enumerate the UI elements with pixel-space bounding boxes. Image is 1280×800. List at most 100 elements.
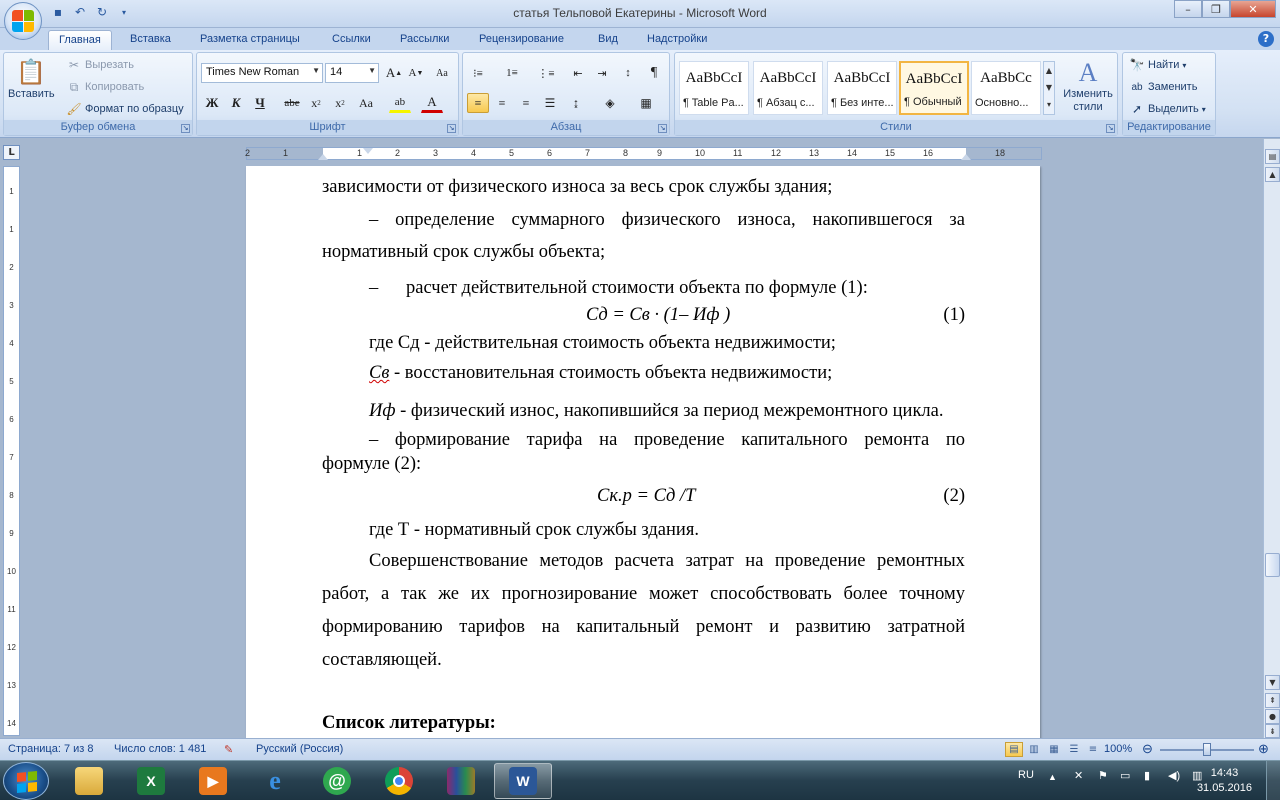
references-heading[interactable]: Список литературы:: [322, 712, 965, 734]
doc-line[interactable]: Иф - физический износ, накопившийся за п…: [322, 400, 965, 422]
line-spacing-icon[interactable]: ↨: [565, 93, 587, 113]
font-color-icon[interactable]: A: [421, 93, 443, 113]
language-indicator[interactable]: Русский (Россия): [256, 743, 343, 755]
clear-format-icon[interactable]: Aa: [431, 63, 453, 83]
page-counter[interactable]: Страница: 7 из 8: [8, 743, 94, 755]
shrink-font-icon[interactable]: A ▼: [405, 63, 427, 83]
system-clock[interactable]: 14:43 31.05.2016: [1197, 766, 1252, 796]
borders-icon[interactable]: ▦: [635, 93, 657, 113]
change-styles-button[interactable]: A Изменить стили: [1059, 57, 1117, 114]
doc-line[interactable]: – расчет действительной стоимости объект…: [322, 277, 965, 299]
scroll-down-icon[interactable]: ▼: [1265, 675, 1280, 690]
scroll-up-icon[interactable]: ▲: [1265, 167, 1280, 182]
tray-expand-icon[interactable]: ▲: [1048, 772, 1057, 782]
tab-home[interactable]: Главная: [48, 30, 112, 50]
align-right-button[interactable]: ≡: [515, 93, 537, 113]
scroll-thumb[interactable]: [1265, 553, 1280, 577]
tab-review[interactable]: Рецензирование: [469, 30, 574, 50]
office-button[interactable]: [4, 2, 42, 40]
sort-icon[interactable]: ↕: [617, 63, 639, 83]
replace-button[interactable]: ab Заменить: [1129, 79, 1197, 95]
spellcheck-icon[interactable]: ✎: [224, 743, 233, 756]
style-normal[interactable]: AaBbCcI ¶ Обычный: [899, 61, 969, 115]
web-layout-icon[interactable]: ▦: [1045, 742, 1063, 757]
format-painter-button[interactable]: 🖌 Формат по образцу: [66, 101, 183, 117]
doc-line-justified[interactable]: Совершенствование методов расчета затрат…: [322, 550, 965, 572]
taskbar-explorer[interactable]: [60, 763, 118, 799]
cut-button[interactable]: ✂ Вырезать: [66, 57, 134, 73]
tray-power-icon[interactable]: ▮: [1144, 769, 1150, 782]
superscript-button[interactable]: x2: [329, 93, 351, 113]
outline-icon[interactable]: ☰: [1065, 742, 1083, 757]
doc-line-justified[interactable]: работ, а так же их прогнозирование может…: [322, 583, 965, 605]
input-language[interactable]: RU: [1018, 769, 1034, 781]
style-list-paragraph[interactable]: AaBbCcI ¶ Абзац с...: [753, 61, 823, 115]
subscript-button[interactable]: x2: [305, 93, 327, 113]
style-table-paragraph[interactable]: AaBbCcI ¶ Table Pa...: [679, 61, 749, 115]
taskbar-word[interactable]: W: [494, 763, 552, 799]
doc-line[interactable]: нормативный срок службы объекта;: [322, 241, 965, 263]
doc-line-justified[interactable]: – формирование тарифа на проведение капи…: [322, 429, 965, 451]
select-button[interactable]: ➚ Выделить ▾: [1129, 101, 1206, 117]
document-area[interactable]: зависимости от физического износа за вес…: [22, 166, 1260, 738]
style-no-spacing[interactable]: AaBbCcI ¶ Без инте...: [827, 61, 897, 115]
taskbar-chrome[interactable]: [370, 763, 428, 799]
taskbar-excel[interactable]: X: [122, 763, 180, 799]
tray-volume-icon[interactable]: ◀): [1168, 769, 1180, 782]
strikethrough-button[interactable]: abe: [281, 93, 303, 113]
word-count[interactable]: Число слов: 1 481: [114, 743, 206, 755]
show-desktop-button[interactable]: [1266, 761, 1280, 800]
doc-line[interactable]: где Сд - действительная стоимость объект…: [322, 332, 965, 354]
tray-monitor-icon[interactable]: ▭: [1120, 769, 1130, 782]
tab-addins[interactable]: Надстройки: [637, 30, 717, 50]
tray-flag-icon[interactable]: ⚑: [1098, 769, 1108, 782]
next-page-icon[interactable]: ⇟: [1265, 724, 1280, 738]
tab-view[interactable]: Вид: [588, 30, 628, 50]
taskbar-internet-explorer[interactable]: e: [246, 763, 304, 799]
font-size-select[interactable]: 14 ▼: [325, 63, 379, 83]
styles-gallery-scroll[interactable]: ▲ ▼ ▾: [1043, 61, 1055, 115]
paragraph-launcher-icon[interactable]: ↘: [658, 124, 667, 133]
right-indent-marker[interactable]: [961, 154, 971, 160]
grow-font-icon[interactable]: A ▲: [383, 63, 405, 83]
tab-insert[interactable]: Вставка: [120, 30, 181, 50]
doc-line[interactable]: Св - восстановительная стоимость объекта…: [322, 362, 965, 384]
zoom-in-icon[interactable]: ⊕: [1258, 741, 1269, 757]
doc-line[interactable]: составляющей.: [322, 649, 965, 671]
zoom-slider-thumb[interactable]: [1203, 743, 1211, 756]
bullets-icon[interactable]: ⁝≡: [467, 63, 489, 83]
tab-page-layout[interactable]: Разметка страницы: [190, 30, 310, 50]
zoom-out-icon[interactable]: ⊖: [1142, 741, 1153, 757]
doc-line-justified[interactable]: формированию тарифов на капитальный ремо…: [322, 616, 965, 638]
browse-object-icon[interactable]: ●: [1265, 709, 1280, 724]
doc-line[interactable]: формуле (2):: [322, 453, 965, 475]
align-left-button[interactable]: ≡: [467, 93, 489, 113]
decrease-indent-icon[interactable]: ⇤: [567, 63, 589, 83]
show-marks-icon[interactable]: ¶: [643, 63, 665, 83]
taskbar-media-player[interactable]: ▶: [184, 763, 242, 799]
styles-launcher-icon[interactable]: ↘: [1106, 124, 1115, 133]
vertical-scrollbar[interactable]: ▤ ▲ ▼ ⇞ ● ⇟: [1263, 139, 1280, 739]
clipboard-launcher-icon[interactable]: ↘: [181, 124, 190, 133]
paste-button[interactable]: 📋 Вставить: [8, 57, 55, 101]
find-button[interactable]: 🔭 Найти ▾: [1129, 57, 1187, 73]
zoom-level[interactable]: 100%: [1104, 743, 1132, 755]
vertical-ruler[interactable]: 1 1 2 3 4 5 6 7 8 9 10 11 12 13 14: [3, 166, 20, 736]
taskbar-winrar[interactable]: [432, 763, 490, 799]
tab-selector[interactable]: L: [3, 145, 20, 160]
previous-page-icon[interactable]: ⇞: [1265, 693, 1280, 708]
left-indent-marker[interactable]: [318, 154, 328, 160]
tray-network-app-icon[interactable]: ✕: [1074, 769, 1083, 782]
close-button[interactable]: ✕: [1230, 0, 1276, 18]
align-center-button[interactable]: ≡: [491, 93, 513, 113]
help-icon[interactable]: ?: [1258, 31, 1274, 47]
font-name-select[interactable]: Times New Roman ▼: [201, 63, 323, 83]
doc-line[interactable]: где Т - нормативный срок службы здания.: [322, 519, 965, 541]
start-button[interactable]: [3, 762, 49, 800]
tab-references[interactable]: Ссылки: [322, 30, 381, 50]
taskbar-mail[interactable]: @: [308, 763, 366, 799]
justify-button[interactable]: ☰: [539, 93, 561, 113]
print-layout-icon[interactable]: ▤: [1005, 742, 1023, 757]
bold-button[interactable]: Ж: [201, 93, 223, 113]
doc-line-justified[interactable]: – определение суммарного физического изн…: [322, 209, 965, 231]
